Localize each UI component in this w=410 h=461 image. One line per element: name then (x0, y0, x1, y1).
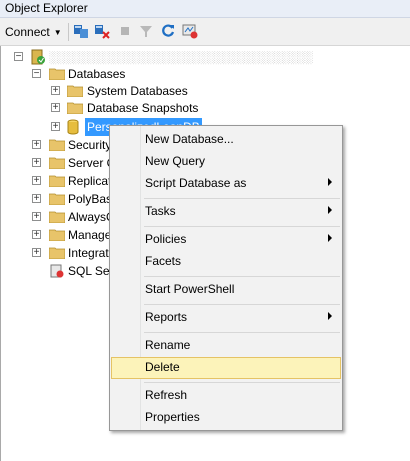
tree-node-system-databases[interactable]: + System Databases (1, 82, 410, 100)
disconnect-icon[interactable] (94, 23, 110, 39)
menu-separator (144, 382, 340, 383)
menu-separator (144, 304, 340, 305)
menu-item-facets[interactable]: Facets (111, 251, 341, 273)
connect-label: Connect (5, 25, 50, 39)
menu-separator (144, 226, 340, 227)
menu-item-new-database[interactable]: New Database... (111, 129, 341, 151)
folder-icon (49, 247, 65, 259)
expand-icon[interactable]: + (32, 176, 41, 186)
menu-item-label: Refresh (145, 388, 188, 402)
folder-icon (49, 157, 65, 169)
tree-node-label: Integrat (68, 246, 109, 260)
menu-item-new-query[interactable]: New Query (111, 151, 341, 173)
menu-item-label: Start PowerShell (145, 282, 235, 296)
server-icon (31, 49, 45, 65)
expand-icon[interactable]: + (32, 194, 41, 204)
expand-icon[interactable]: + (32, 212, 41, 222)
connect-button[interactable]: Connect ▼ (5, 22, 62, 42)
menu-separator (144, 332, 340, 333)
tree-node-label: Manage (68, 228, 112, 242)
chevron-down-icon: ▼ (53, 27, 62, 37)
expand-icon[interactable]: + (32, 230, 41, 240)
connect-object-explorer-icon[interactable] (73, 23, 89, 39)
menu-item-label: New Query (145, 154, 206, 168)
menu-separator (144, 276, 340, 277)
tree-node-label: Databases (68, 67, 126, 81)
menu-item-start-powershell[interactable]: Start PowerShell (111, 279, 341, 301)
tree-node-database-snapshots[interactable]: + Database Snapshots (1, 99, 410, 117)
menu-item-label: Delete (145, 360, 180, 374)
expand-icon[interactable]: + (51, 103, 60, 113)
object-explorer-titlebar: Object Explorer (0, 0, 410, 18)
menu-item-label: Tasks (145, 204, 176, 218)
folder-icon (49, 211, 65, 223)
menu-item-label: Properties (145, 410, 200, 424)
expand-icon[interactable]: + (32, 248, 41, 258)
collapse-icon[interactable]: − (32, 69, 41, 79)
menu-item-reports[interactable]: Reports (111, 307, 341, 329)
panel-title: Object Explorer (5, 1, 88, 15)
expand-icon[interactable]: + (51, 86, 60, 96)
expand-icon[interactable]: + (32, 140, 41, 150)
expand-icon[interactable]: + (32, 158, 41, 168)
menu-item-label: Facets (145, 254, 182, 268)
tree-node-server[interactable]: − ░░░░░░░░░░░░░░░░░░░░░░░░░░░░░░░░░░░ (1, 48, 410, 66)
server-name: ░░░░░░░░░░░░░░░░░░░░░░░░░░░░░░░░░░░ (49, 50, 313, 64)
menu-item-label: New Database... (145, 132, 234, 146)
menu-item-label: Rename (145, 338, 191, 352)
folder-icon (49, 68, 65, 80)
folder-icon (67, 102, 83, 114)
tree-node-label: Security (68, 138, 112, 152)
folder-icon (49, 175, 65, 187)
tree-node-databases[interactable]: − Databases (1, 65, 410, 83)
toolbar-separator (68, 23, 69, 41)
folder-icon (49, 139, 65, 151)
stop-icon[interactable] (117, 23, 133, 39)
menu-item-label: Policies (145, 232, 187, 246)
menu-item-tasks[interactable]: Tasks (111, 201, 341, 223)
menu-item-policies[interactable]: Policies (111, 229, 341, 251)
collapse-icon[interactable]: − (14, 52, 23, 62)
tree-node-label: System Databases (87, 84, 188, 98)
expand-icon[interactable]: + (51, 122, 60, 132)
folder-icon (49, 229, 65, 241)
refresh-icon[interactable] (160, 23, 176, 39)
database-icon (67, 119, 79, 135)
tree-node-label: SQL Ser (68, 264, 114, 278)
submenu-arrow-icon (328, 312, 332, 320)
activity-monitor-icon[interactable] (182, 23, 198, 39)
menu-item-label: Reports (145, 310, 188, 324)
object-explorer-toolbar: Connect ▼ (0, 18, 410, 46)
menu-item-label: Script Database as (145, 176, 247, 190)
sql-agent-icon (50, 264, 64, 278)
submenu-arrow-icon (328, 234, 332, 242)
submenu-arrow-icon (328, 206, 332, 214)
menu-item-rename[interactable]: Rename (111, 335, 341, 357)
menu-separator (144, 198, 340, 199)
tree-node-label: PolyBas (68, 192, 113, 206)
filter-icon[interactable] (138, 23, 154, 39)
context-menu: New Database... New Query Script Databas… (109, 125, 343, 431)
tree-node-label: Replicat (68, 174, 112, 188)
menu-item-delete[interactable]: Delete (111, 357, 341, 379)
tree-node-label: Database Snapshots (87, 101, 199, 115)
menu-item-script-database-as[interactable]: Script Database as (111, 173, 341, 195)
menu-item-properties[interactable]: Properties (111, 407, 341, 429)
folder-icon (49, 193, 65, 205)
menu-item-refresh[interactable]: Refresh (111, 385, 341, 407)
submenu-arrow-icon (328, 178, 332, 186)
folder-icon (67, 85, 83, 97)
